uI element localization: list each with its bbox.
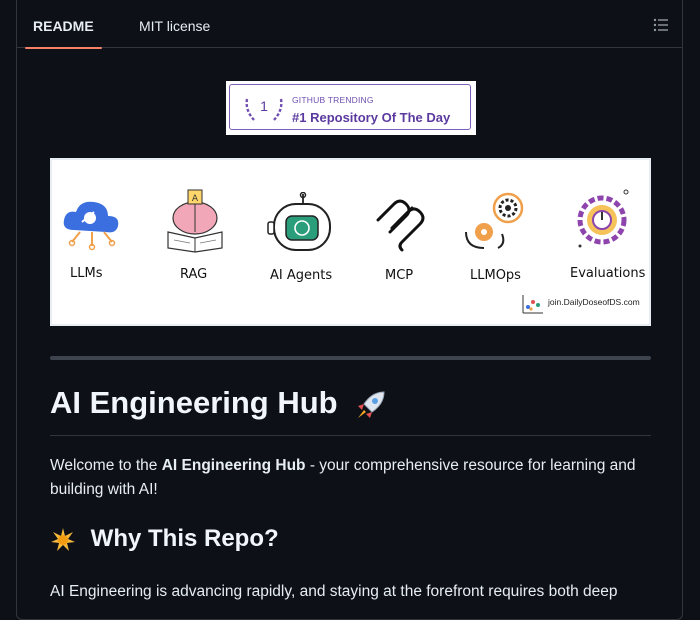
trending-badge-frame: 1 GITHUB TRENDING #1 Repository Of The D… xyxy=(229,84,471,130)
readme-tabbar: README MIT license xyxy=(17,0,682,49)
mcp-logo-icon xyxy=(376,199,425,252)
robot-icon xyxy=(267,192,331,251)
topic-label-rag: RAG xyxy=(180,267,208,282)
laurel-rank-icon: 1 xyxy=(245,98,283,122)
dailydose-logo-icon xyxy=(522,295,543,314)
section-heading-text: Why This Repo? xyxy=(90,525,279,552)
brain-book-icon: A xyxy=(167,189,223,253)
topics-banner-image[interactable]: LLMs A RAG AI Agents MCP LLMOps Evaluati… xyxy=(50,158,651,326)
intro-text-before: Welcome to the xyxy=(50,457,162,474)
topic-label-llmops: LLMOps xyxy=(470,268,521,283)
section-divider xyxy=(50,356,651,360)
gears-icon xyxy=(465,192,524,249)
list-unordered-icon xyxy=(653,18,668,32)
sparkle-sun-icon xyxy=(51,527,75,551)
banner-watermark: join.DailyDoseofDS.com xyxy=(548,297,640,307)
topic-label-evaluations: Evaluations xyxy=(570,266,646,281)
tab-mit-license[interactable]: MIT license xyxy=(131,0,218,48)
tab-readme[interactable]: README xyxy=(25,0,102,49)
topic-label-llms: LLMs xyxy=(70,266,103,281)
github-trending-badge[interactable]: 1 GITHUB TRENDING #1 Repository Of The D… xyxy=(226,81,476,135)
svg-text:A: A xyxy=(192,194,199,204)
why-paragraph: AI Engineering is advancing rapidly, and… xyxy=(50,583,618,600)
topic-label-ai-agents: AI Agents xyxy=(270,268,333,283)
readme-panel: README MIT license 1 GITHUB TRENDING #1 … xyxy=(16,0,683,620)
title-underline xyxy=(50,435,651,436)
badge-big-text: #1 Repository Of The Day xyxy=(292,110,451,125)
badge-small-text: GITHUB TRENDING xyxy=(292,95,374,105)
rocket-icon xyxy=(358,391,385,418)
outline-button[interactable] xyxy=(650,14,672,36)
topic-label-mcp: MCP xyxy=(385,268,414,283)
cloud-llm-icon xyxy=(63,201,119,251)
intro-text-bold: AI Engineering Hub xyxy=(161,457,306,474)
readme-title: AI Engineering Hub xyxy=(50,385,388,422)
section-heading-why: Why This Repo? xyxy=(50,525,279,553)
badge-rank-number: 1 xyxy=(260,98,268,114)
readme-title-text: AI Engineering Hub xyxy=(50,385,338,420)
evaluation-gauge-icon xyxy=(577,189,629,248)
intro-paragraph: Welcome to the AI Engineering Hub - your… xyxy=(50,454,655,502)
